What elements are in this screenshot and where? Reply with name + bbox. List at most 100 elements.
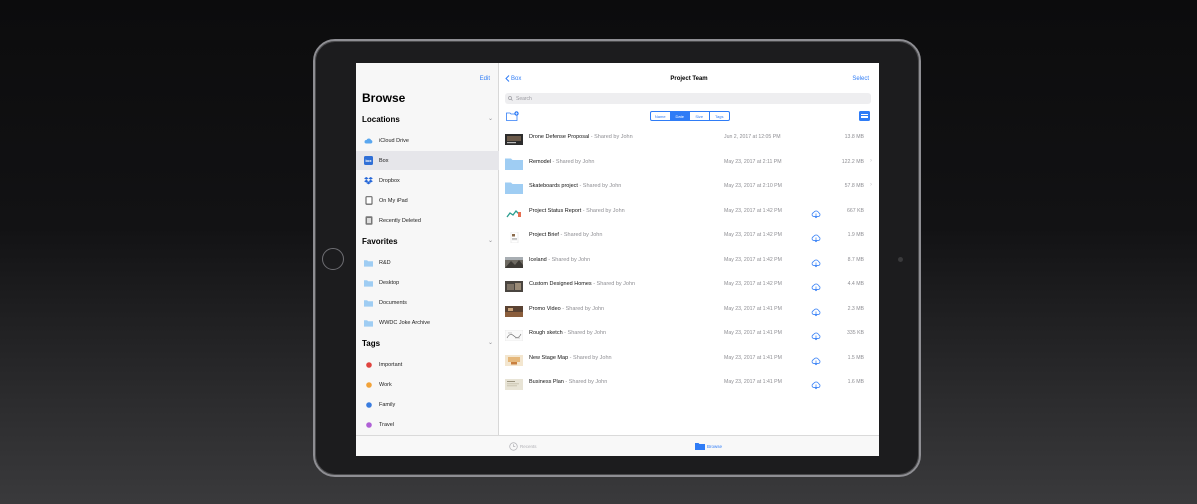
folder-icon xyxy=(505,181,523,194)
file-row[interactable]: Business Plan - Shared by John May 23, 20… xyxy=(499,371,879,395)
file-row[interactable]: Rough sketch - Shared by John May 23, 201… xyxy=(499,322,879,346)
locations-heading[interactable]: Locations xyxy=(362,115,400,124)
chevron-down-icon[interactable]: ⌄ xyxy=(488,115,493,122)
sidebar-item-tag-family[interactable]: Family xyxy=(356,395,499,414)
file-thumbnail xyxy=(505,132,523,145)
cloud-download-icon[interactable] xyxy=(811,304,821,316)
sidebar-item-box[interactable]: box Box xyxy=(356,151,499,170)
file-row[interactable]: Project Status Report - Shared by John Ma… xyxy=(499,200,879,224)
file-name: Business Plan - Shared by John xyxy=(529,379,607,385)
file-title: Project Brief xyxy=(529,232,559,238)
file-date: May 23, 2017 at 2:10 PM xyxy=(724,183,782,189)
select-button[interactable]: Select xyxy=(852,76,869,82)
sidebar-item-documents[interactable]: Documents xyxy=(356,293,499,312)
file-row[interactable]: Project Brief - Shared by John May 23, 20… xyxy=(499,224,879,248)
sidebar-item-label: Dropbox xyxy=(379,177,400,184)
file-row[interactable]: Promo Video - Shared by John May 23, 2017… xyxy=(499,298,879,322)
file-thumbnail xyxy=(505,255,523,268)
cloud-download-icon[interactable] xyxy=(811,279,821,292)
file-row[interactable]: New Stage Map - Shared by John May 23, 20… xyxy=(499,347,879,371)
file-size: 2.3 MB xyxy=(847,305,864,312)
sort-option-size[interactable]: Size xyxy=(690,112,710,120)
folder-row[interactable]: Remodel - Shared by John May 23, 2017 at … xyxy=(499,151,879,175)
file-row[interactable]: Iceland - Shared by John May 23, 2017 at … xyxy=(499,249,879,273)
tab-recents[interactable]: Recents xyxy=(509,442,537,451)
sidebar-item-label: Travel xyxy=(379,421,395,428)
page-title: Project Team xyxy=(670,76,708,82)
file-size: 667 KB xyxy=(846,207,864,214)
folder-icon xyxy=(364,278,373,287)
sidebar-item-desktop[interactable]: Desktop xyxy=(356,273,499,292)
tag-dot-icon xyxy=(364,400,373,409)
chevron-down-icon[interactable]: ⌄ xyxy=(488,237,493,244)
folder-row[interactable]: Skateboards project - Shared by John May … xyxy=(499,175,879,199)
chevron-right-icon: › xyxy=(870,157,872,164)
sidebar-item-recently-deleted[interactable]: Recently Deleted xyxy=(356,211,499,230)
file-thumbnail xyxy=(505,206,523,217)
file-date: May 23, 2017 at 1:41 PM xyxy=(724,379,782,385)
shared-by-label: - Shared by John xyxy=(551,158,595,165)
cloud-download-icon[interactable] xyxy=(811,377,821,390)
sidebar-item-tag-travel[interactable]: Travel xyxy=(356,415,499,434)
sidebar-item-tag-work[interactable]: Work xyxy=(356,375,499,394)
file-size: 4.4 MB xyxy=(847,281,864,287)
file-name: Project Brief - Shared by John xyxy=(529,232,602,238)
file-title: Iceland xyxy=(529,256,547,263)
edit-button[interactable]: Edit xyxy=(480,76,490,82)
folder-icon xyxy=(364,318,373,327)
shared-by-label: - Shared by John xyxy=(546,256,591,263)
shared-by-label: - Shared by John xyxy=(562,330,607,336)
sort-option-tags[interactable]: Tags xyxy=(710,112,730,120)
new-folder-icon[interactable] xyxy=(506,111,519,121)
cloud-download-icon[interactable] xyxy=(811,328,821,341)
cloud-download-icon[interactable] xyxy=(811,206,821,218)
shared-by-label: - Shared by John xyxy=(560,305,605,312)
sidebar-item-label: WWDC Joke Archive xyxy=(379,319,431,326)
cloud-download-icon[interactable] xyxy=(811,230,821,243)
chevron-down-icon[interactable]: ⌄ xyxy=(488,339,493,346)
file-size: 1.9 MB xyxy=(847,232,864,238)
tab-browse[interactable]: Browse xyxy=(695,442,722,450)
file-thumbnail xyxy=(505,304,523,317)
file-row[interactable]: Custom Designed Homes - Shared by John Ma… xyxy=(499,273,879,297)
cloud-download-icon[interactable] xyxy=(811,353,821,365)
folder-icon xyxy=(505,157,523,170)
chevron-right-icon: › xyxy=(870,182,872,188)
sidebar-item-label: Work xyxy=(379,381,392,388)
file-title: Drone Defense Proposal xyxy=(529,134,590,140)
file-date: May 23, 2017 at 1:41 PM xyxy=(724,330,782,336)
cloud-download-icon[interactable] xyxy=(811,255,821,267)
list-view-toggle[interactable] xyxy=(859,111,870,121)
sort-option-date[interactable]: Date xyxy=(670,112,690,120)
shared-by-label: - Shared by John xyxy=(558,232,603,238)
sidebar-item-dropbox[interactable]: Dropbox xyxy=(356,171,499,190)
sidebar-item-on-my-ipad[interactable]: On My iPad xyxy=(356,191,499,210)
sort-option-name[interactable]: Name xyxy=(651,112,671,120)
favorites-heading[interactable]: Favorites xyxy=(362,237,398,246)
search-icon xyxy=(508,96,513,101)
sidebar-item-wwdc-joke-archive[interactable]: WWDC Joke Archive xyxy=(356,313,499,332)
home-button[interactable] xyxy=(322,248,344,270)
sidebar-item-tag-important[interactable]: Important xyxy=(356,355,499,374)
sidebar-item-label: Family xyxy=(379,401,396,408)
file-name: Iceland - Shared by John xyxy=(529,257,590,263)
tags-heading[interactable]: Tags xyxy=(362,339,380,348)
file-size: 122.2 MB xyxy=(841,158,864,165)
file-date: May 23, 2017 at 1:42 PM xyxy=(724,256,782,263)
search-placeholder: Search xyxy=(516,95,532,102)
ipad-icon xyxy=(364,196,373,205)
trash-icon xyxy=(364,216,373,225)
shared-by-label: - Shared by John xyxy=(563,379,608,385)
file-row[interactable]: Drone Defense Proposal - Shared by John J… xyxy=(499,126,879,150)
file-size: 8.7 MB xyxy=(847,256,864,263)
sidebar-item-label: Recently Deleted xyxy=(379,217,421,224)
file-thumbnail xyxy=(505,230,523,244)
file-name: Project Status Report - Shared by John xyxy=(529,208,625,214)
file-date: May 23, 2017 at 1:42 PM xyxy=(724,207,782,214)
file-title: Business Plan xyxy=(529,379,564,385)
sidebar-item-r-d[interactable]: R&D xyxy=(356,253,499,272)
sidebar-item-icloud-drive[interactable]: iCloud Drive xyxy=(356,131,499,150)
file-date: Jun 2, 2017 at 12:05 PM xyxy=(724,134,781,140)
search-input[interactable]: Search xyxy=(505,93,871,104)
tag-dot-icon xyxy=(364,360,373,369)
